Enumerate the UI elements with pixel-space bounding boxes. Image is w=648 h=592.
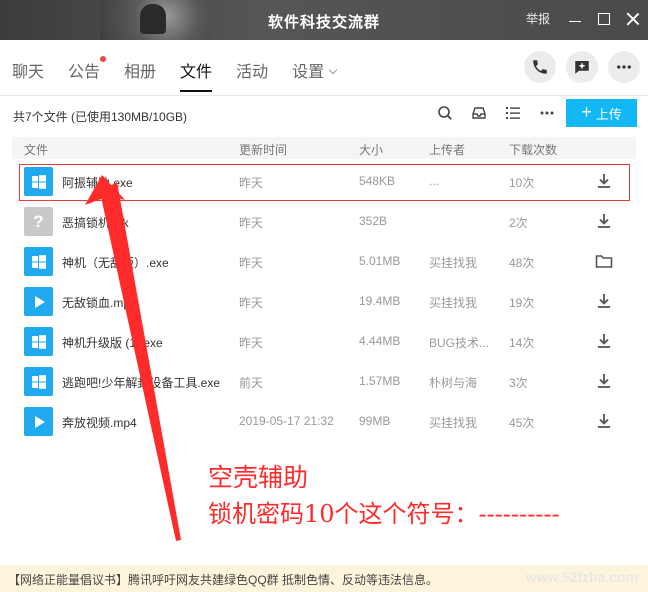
add-message-icon xyxy=(575,61,589,74)
tab-album[interactable]: 相册 xyxy=(124,58,156,92)
file-uploader[interactable]: BUG技术... xyxy=(429,334,495,351)
exe-file-icon xyxy=(24,327,53,356)
file-updated-time: 昨天 xyxy=(239,256,264,270)
file-size: 99MB xyxy=(359,414,391,428)
file-table-header: 文件 更新时间 大小 上传者 下载次数 xyxy=(12,137,636,159)
file-download-count: 2次 xyxy=(509,216,528,230)
notice-bar: 【网络正能量倡议书】腾讯呼吁网友共建绿色QQ群 抵制色情、反动等违法信息。 ww… xyxy=(0,565,648,592)
watermark: www.52fzba.com xyxy=(525,569,638,585)
file-name[interactable]: 无敌锁血.mp4 xyxy=(62,294,232,311)
tab-announcement-label: 公告 xyxy=(68,64,101,81)
file-row[interactable]: 无敌锁血.mp4 昨天 19.4MB 买挂找我 19次 xyxy=(12,282,636,322)
unread-dot xyxy=(100,56,107,62)
file-updated-time: 昨天 xyxy=(239,176,264,190)
download-icon[interactable] xyxy=(595,332,613,350)
file-row[interactable]: 阿振辅助.exe 昨天 548KB... 10次 xyxy=(12,162,636,202)
download-icon[interactable] xyxy=(595,372,613,390)
file-size: 1.57MB xyxy=(359,374,401,388)
file-name[interactable]: 阿振辅助.exe xyxy=(62,174,232,191)
file-row[interactable]: ? 恶搞锁机.lnk 昨天 352B 2次 xyxy=(12,202,636,242)
window-controls: 举报 xyxy=(526,10,640,27)
file-size: 548KB xyxy=(359,174,396,188)
file-name[interactable]: 神机（无敌版）.exe xyxy=(62,254,232,271)
download-icon[interactable] xyxy=(595,212,613,230)
exe-file-icon xyxy=(24,367,53,396)
file-row[interactable]: 神机升级版 (1).exe 昨天 4.44MB BUG技术... 14次 xyxy=(12,322,636,362)
file-updated-time: 昨天 xyxy=(239,336,264,350)
file-row[interactable]: 神机（无敌版）.exe 昨天 5.01MB 买挂找我 48次 xyxy=(12,242,636,282)
download-icon[interactable] xyxy=(595,292,613,310)
tab-files[interactable]: 文件 xyxy=(180,58,213,92)
column-header-downloads[interactable]: 下载次数 xyxy=(509,141,557,158)
column-header-uploader[interactable]: 上传者 xyxy=(429,141,465,158)
more-dots-icon xyxy=(617,65,631,69)
file-row[interactable]: 逃跑吧!少年解封设备工具.exe 前天 1.57MB 朴树与海 3次 xyxy=(12,362,636,402)
exe-file-icon xyxy=(24,167,53,196)
more-options-button[interactable] xyxy=(608,51,640,83)
file-download-count: 14次 xyxy=(509,336,535,350)
upload-button[interactable]: + 上传 xyxy=(566,99,637,127)
file-row[interactable]: 奔放视频.mp4 2019-05-17 21:32 99MB 买挂找我 45次 xyxy=(12,402,636,442)
file-uploader[interactable]: 买挂找我 xyxy=(429,414,495,431)
tab-bar: 聊天 公告 相册 文件 活动 设置 xyxy=(0,40,648,96)
new-message-button[interactable] xyxy=(566,51,598,83)
file-updated-time: 昨天 xyxy=(239,216,264,230)
phone-call-button[interactable] xyxy=(524,51,556,83)
lnk-file-icon: ? xyxy=(24,207,53,236)
file-uploader[interactable]: ... xyxy=(429,174,495,188)
column-header-updated[interactable]: 更新时间 xyxy=(239,141,287,158)
file-name[interactable]: 恶搞锁机.lnk xyxy=(62,214,232,231)
list-view-icon[interactable] xyxy=(504,104,522,122)
file-size: 5.01MB xyxy=(359,254,401,268)
folder-icon[interactable] xyxy=(595,252,613,270)
file-uploader[interactable]: 朴树与海 xyxy=(429,374,495,391)
file-toolbar: 共7个文件 (已使用130MB/10GB) + 上传 xyxy=(0,97,648,133)
file-updated-time: 前天 xyxy=(239,376,264,390)
download-icon[interactable] xyxy=(595,172,613,190)
mp4-file-icon xyxy=(24,407,53,436)
column-header-file[interactable]: 文件 xyxy=(24,141,48,158)
exe-file-icon xyxy=(24,247,53,276)
file-uploader[interactable]: 买挂找我 xyxy=(429,294,495,311)
file-size: 19.4MB xyxy=(359,294,401,308)
file-count-summary: 共7个文件 (已使用130MB/10GB) xyxy=(13,110,188,124)
file-name[interactable]: 逃跑吧!少年解封设备工具.exe xyxy=(62,374,232,391)
tab-settings[interactable]: 设置 xyxy=(292,58,338,92)
file-name[interactable]: 奔放视频.mp4 xyxy=(62,414,232,431)
download-icon[interactable] xyxy=(595,412,613,430)
file-download-count: 3次 xyxy=(509,376,528,390)
file-download-count: 10次 xyxy=(509,176,535,190)
file-download-count: 45次 xyxy=(509,416,535,430)
file-updated-time: 2019-05-17 21:32 xyxy=(239,414,334,428)
maximize-icon[interactable] xyxy=(598,12,610,25)
annotation-line-2: 锁机密码10个这个符号：---------- xyxy=(208,500,560,528)
tab-chat[interactable]: 聊天 xyxy=(12,58,44,92)
plus-icon: + xyxy=(581,102,592,122)
file-size: 352B xyxy=(359,214,388,228)
tab-settings-label: 设置 xyxy=(292,64,325,81)
inbox-icon[interactable] xyxy=(470,104,488,122)
mp4-file-icon xyxy=(24,287,53,316)
phone-icon xyxy=(533,60,547,74)
minimize-icon[interactable] xyxy=(568,12,582,26)
notice-text[interactable]: 【网络正能量倡议书】腾讯呼吁网友共建绿色QQ群 抵制色情、反动等违法信息。 xyxy=(8,573,438,587)
close-icon[interactable] xyxy=(626,12,640,26)
column-header-size[interactable]: 大小 xyxy=(359,141,383,158)
search-icon[interactable] xyxy=(436,104,454,122)
annotation-line-1: 空壳辅助 xyxy=(208,463,309,492)
file-updated-time: 昨天 xyxy=(239,296,264,310)
more-icon[interactable] xyxy=(538,104,556,122)
tab-activity[interactable]: 活动 xyxy=(236,58,268,92)
file-name[interactable]: 神机升级版 (1).exe xyxy=(62,334,232,351)
upload-label: 上传 xyxy=(595,106,622,122)
title-bar: 软件科技交流群 举报 xyxy=(0,0,648,40)
file-download-count: 48次 xyxy=(509,256,535,270)
report-button[interactable]: 举报 xyxy=(526,10,550,27)
file-uploader[interactable]: 买挂找我 xyxy=(429,254,495,271)
chevron-down-icon xyxy=(328,65,338,75)
tab-announcement[interactable]: 公告 xyxy=(68,56,107,92)
file-size: 4.44MB xyxy=(359,334,401,348)
file-download-count: 19次 xyxy=(509,296,535,310)
